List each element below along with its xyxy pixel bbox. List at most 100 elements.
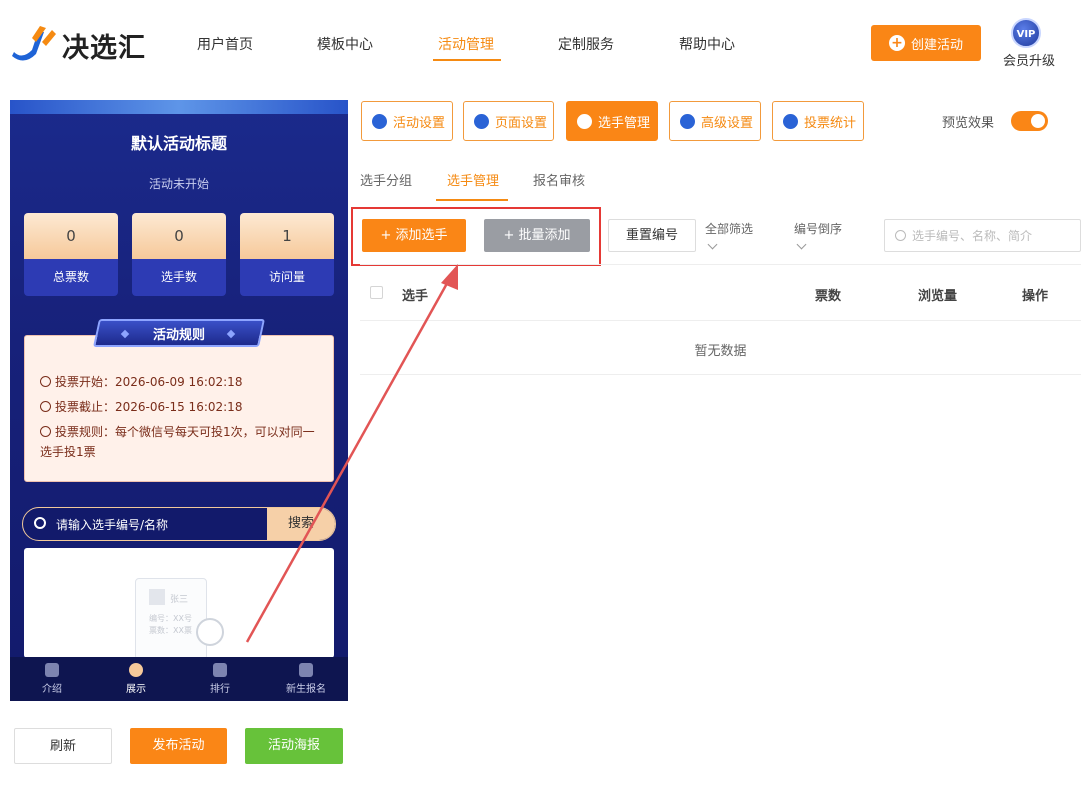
brand-name[interactable]: 决选汇 — [62, 26, 146, 65]
column-actions: 操作 — [1022, 289, 1049, 304]
tab-rank[interactable]: 排行 — [178, 663, 262, 695]
tab-label: 展示 — [126, 684, 146, 695]
activity-status: 活动未开始 — [148, 177, 209, 191]
tab-label: 页面设置 — [495, 115, 548, 131]
refresh-button[interactable]: 刷新 — [14, 728, 112, 764]
subtab-contestant-groups[interactable]: 选手分组 — [360, 170, 412, 189]
display-icon — [129, 663, 143, 677]
sort-dropdown[interactable]: 编号倒序 — [794, 220, 843, 250]
tab-intro[interactable]: 介绍 — [10, 663, 94, 695]
nav-active-indicator — [433, 59, 501, 61]
rank-icon — [213, 663, 227, 677]
toggle-knob — [1031, 114, 1045, 128]
search-icon — [895, 230, 906, 241]
preview-search-input[interactable]: 请输入选手编号/名称 — [56, 516, 168, 533]
preview-search-button[interactable]: 搜索 — [267, 508, 335, 540]
magnifier-icon — [196, 618, 224, 646]
star-icon — [372, 113, 387, 129]
tab-vote-statistics[interactable]: 投票统计 — [772, 101, 864, 141]
nav-home[interactable]: 用户首页 — [197, 34, 253, 54]
contestant-search-input[interactable]: 选手编号、名称、简介 — [884, 219, 1081, 252]
tab-label: 介绍 — [42, 684, 62, 695]
stat-value: 0 — [24, 213, 118, 259]
stat-label: 选手数 — [132, 259, 226, 296]
preview-toggle-label: 预览效果 — [942, 116, 995, 131]
nav-help-center[interactable]: 帮助中心 — [679, 34, 735, 54]
rule-text: 投票截止：2026-06-15 16:02:18 — [55, 400, 243, 414]
signup-icon — [299, 663, 313, 677]
create-activity-button[interactable]: + 创建活动 — [871, 25, 981, 61]
tab-advanced-settings[interactable]: 高级设置 — [669, 101, 761, 141]
tab-contestant-management[interactable]: 选手管理 — [566, 101, 658, 141]
placeholder-line: 编号：XX号 — [149, 614, 192, 623]
chevron-down-icon — [796, 239, 807, 250]
clock-icon — [40, 376, 51, 387]
activity-poster-button[interactable]: 活动海报 — [245, 728, 343, 764]
clock-icon — [40, 401, 51, 412]
create-activity-label: 创建活动 — [910, 37, 963, 53]
publish-activity-button[interactable]: 发布活动 — [130, 728, 227, 764]
stat-visits: 1 访问量 — [240, 213, 334, 296]
top-header: 决选汇 用户首页 模板中心 活动管理 定制服务 帮助中心 + 创建活动 VIP … — [0, 0, 1086, 86]
column-votes[interactable]: 票数 — [815, 285, 841, 304]
sort-label: 编号倒序 — [794, 222, 843, 236]
highlight-box — [351, 207, 601, 266]
tab-label: 高级设置 — [701, 115, 754, 131]
filter-dropdown[interactable]: 全部筛选 — [705, 220, 754, 250]
activity-title: 默认活动标题 — [130, 134, 227, 153]
select-all-checkbox[interactable] — [370, 286, 383, 299]
tab-signup[interactable]: 新生报名 — [264, 663, 348, 695]
plus-circle-icon: + — [888, 35, 905, 51]
member-upgrade-link[interactable]: 会员升级 — [1003, 50, 1055, 69]
column-contestant: 选手 — [402, 289, 429, 304]
mobile-preview: 默认活动标题 活动未开始 0 总票数 0 选手数 1 访问量 活动规则 投票开始… — [10, 100, 348, 701]
nav-templates[interactable]: 模板中心 — [317, 34, 373, 54]
table-header-divider — [360, 320, 1081, 321]
chart-icon — [783, 113, 798, 129]
table-top-divider — [360, 264, 1081, 265]
tab-page-settings[interactable]: 页面设置 — [463, 101, 554, 141]
avatar-placeholder-icon — [149, 589, 165, 605]
gear-icon — [474, 113, 489, 129]
search-placeholder: 选手编号、名称、简介 — [912, 229, 1033, 243]
preview-toggle[interactable] — [1011, 111, 1048, 131]
subtab-contestant-management[interactable]: 选手管理 — [447, 170, 499, 189]
rule-text: 投票开始：2026-06-09 16:02:18 — [55, 375, 243, 389]
stat-value: 1 — [240, 213, 334, 259]
placeholder-line: 票数：XX票 — [149, 626, 192, 635]
intro-icon — [45, 663, 59, 677]
nav-activity-management[interactable]: 活动管理 — [438, 34, 494, 54]
info-icon — [40, 426, 51, 437]
rule-text: 投票规则：每个微信号每天可投1次，可以对同一选手投1票 — [40, 425, 315, 459]
rule-vote-start: 投票开始：2026-06-09 16:02:18 — [40, 372, 325, 392]
rule-vote-end: 投票截止：2026-06-15 16:02:18 — [40, 397, 325, 417]
stat-label: 总票数 — [24, 259, 118, 296]
preview-header-decoration — [10, 100, 348, 114]
search-icon — [34, 517, 46, 529]
reset-numbering-button[interactable]: 重置编号 — [608, 219, 696, 252]
column-views[interactable]: 浏览量 — [918, 285, 957, 304]
tab-label: 活动设置 — [393, 115, 446, 131]
tab-label: 排行 — [210, 684, 230, 695]
subtab-active-indicator — [436, 199, 508, 201]
users-icon — [577, 113, 592, 129]
tab-label: 选手管理 — [598, 115, 651, 131]
filter-label: 全部筛选 — [705, 222, 754, 236]
logo-icon — [12, 26, 56, 61]
tab-activity-settings[interactable]: 活动设置 — [361, 101, 453, 141]
tab-label: 新生报名 — [286, 684, 326, 695]
subtab-signup-review[interactable]: 报名审核 — [533, 170, 585, 189]
stat-contestants: 0 选手数 — [132, 213, 226, 296]
table-bottom-divider — [360, 374, 1081, 375]
chevron-down-icon — [707, 239, 718, 250]
vip-badge-icon[interactable]: VIP — [1011, 18, 1041, 48]
tab-label: 投票统计 — [804, 115, 857, 131]
nav-custom-service[interactable]: 定制服务 — [558, 34, 614, 54]
placeholder-name: 张三 — [170, 595, 189, 605]
stat-value: 0 — [132, 213, 226, 259]
stat-total-votes: 0 总票数 — [24, 213, 118, 296]
table-empty-text: 暂无数据 — [694, 344, 747, 359]
rule-vote-policy: 投票规则：每个微信号每天可投1次，可以对同一选手投1票 — [40, 422, 325, 462]
tab-display[interactable]: 展示 — [94, 663, 178, 695]
rules-title: 活动规则 — [152, 328, 205, 343]
